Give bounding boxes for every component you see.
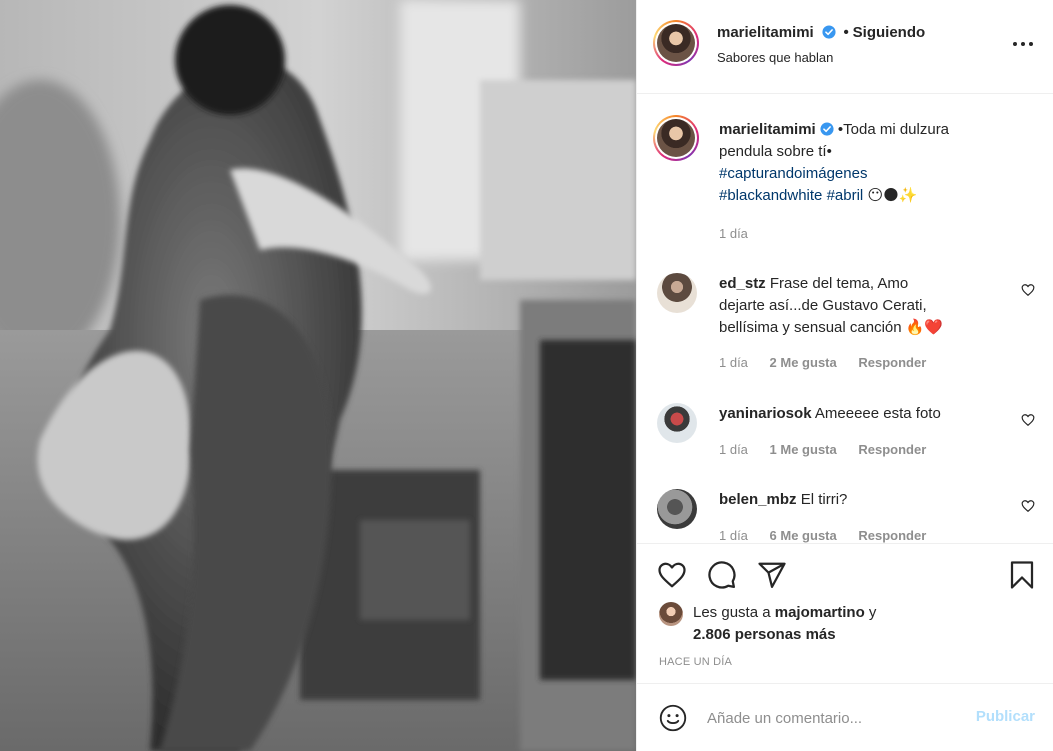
more-options-icon[interactable] [1011, 34, 1035, 54]
comment-item: ed_stz Frase del tema, Amo dejarte así..… [637, 265, 1053, 395]
comment-line: El tirri? [800, 491, 848, 508]
caption-line-1: •Toda mi dulzura [837, 121, 950, 138]
publish-button[interactable]: Publicar [976, 708, 1035, 725]
post-photo[interactable] [0, 0, 636, 751]
post-sidebar: marielitamimi • Siguiendo Sabores que ha… [636, 0, 1053, 751]
author-username[interactable]: marielitamimi [717, 24, 814, 41]
caption-text: marielitamimi •Toda mi dulzura pendula s… [719, 119, 1039, 207]
author-line: marielitamimi • Siguiendo [717, 24, 925, 41]
liker-username[interactable]: majomartino [775, 604, 865, 621]
comment-icon[interactable] [707, 560, 737, 590]
comment-time[interactable]: 1 día [719, 528, 748, 543]
comment-username[interactable]: ed_stz [719, 275, 766, 292]
comment-meta: 1 día 2 Me gusta Responder [719, 355, 926, 370]
likes-text: Les gusta a majomartino y 2.806 personas… [693, 602, 1013, 646]
reply-button[interactable]: Responder [858, 528, 926, 543]
comment-avatar[interactable] [657, 489, 697, 529]
reply-button[interactable]: Responder [858, 355, 926, 370]
author-subtitle[interactable]: Sabores que hablan [717, 50, 833, 65]
add-comment-form: Publicar [637, 683, 1053, 751]
heart-icon[interactable] [657, 560, 687, 590]
comment-username[interactable]: belen_mbz [719, 491, 797, 508]
comment-time[interactable]: 1 día [719, 355, 748, 370]
photo-image [0, 0, 636, 751]
reply-button[interactable]: Responder [858, 442, 926, 457]
comment-line: bellísima y sensual canción 🔥❤️ [719, 319, 944, 336]
follow-separator: • [843, 24, 849, 41]
following-button[interactable]: Siguiendo [853, 24, 926, 41]
emoji-icon[interactable] [659, 704, 687, 732]
comment-line: Ameeeee esta foto [814, 405, 941, 422]
post-modal: marielitamimi • Siguiendo Sabores que ha… [0, 0, 1053, 751]
comment-text: ed_stz Frase del tema, Amo dejarte así..… [719, 273, 1039, 339]
caption-avatar[interactable] [653, 115, 699, 161]
comment-like-heart-icon[interactable] [1021, 499, 1035, 513]
comment-meta: 1 día 1 Me gusta Responder [719, 442, 926, 457]
comment-avatar[interactable] [657, 273, 697, 313]
comment-avatar[interactable] [657, 403, 697, 443]
caption-emojis: 😶🌑✨ [867, 187, 918, 204]
caption-line-2: pendula sobre tí• [719, 143, 832, 160]
post-header: marielitamimi • Siguiendo Sabores que ha… [637, 0, 1053, 94]
comment-username[interactable]: yaninariosok [719, 405, 812, 422]
comment-input[interactable] [707, 698, 957, 738]
likes-conj: y [868, 604, 877, 621]
hashtag-blackandwhite[interactable]: #blackandwhite [719, 187, 822, 204]
comments-list[interactable]: marielitamimi •Toda mi dulzura pendula s… [637, 95, 1053, 543]
comment-like-heart-icon[interactable] [1021, 413, 1035, 427]
comment-line: dejarte así...de Gustavo Cerati, [719, 297, 927, 314]
comment-like-heart-icon[interactable] [1021, 283, 1035, 297]
comment-item: belen_mbz El tirri? 1 día 6 Me gusta Res… [637, 481, 1053, 543]
post-timestamp[interactable]: HACE UN DÍA [659, 656, 732, 668]
share-icon[interactable] [757, 560, 787, 590]
caption-username[interactable]: marielitamimi [719, 121, 816, 138]
author-avatar[interactable] [653, 20, 699, 66]
comment-likes[interactable]: 1 Me gusta [770, 442, 837, 457]
likes-count-link[interactable]: 2.806 personas más [693, 626, 836, 643]
likes-prefix: Les gusta a [693, 604, 771, 621]
caption-time[interactable]: 1 día [719, 226, 748, 241]
hashtag-capturandoimagenes[interactable]: #capturandoimágenes [719, 165, 867, 182]
comment-text: yaninariosok Ameeeee esta foto [719, 403, 1039, 425]
caption: marielitamimi •Toda mi dulzura pendula s… [637, 95, 1053, 245]
comment-time[interactable]: 1 día [719, 442, 748, 457]
hashtag-abril[interactable]: #abril [827, 187, 864, 204]
post-actions: Les gusta a majomartino y 2.806 personas… [637, 543, 1053, 683]
comment-meta: 1 día 6 Me gusta Responder [719, 528, 926, 543]
comment-item: yaninariosok Ameeeee esta foto 1 día 1 M… [637, 395, 1053, 485]
liker-avatar[interactable] [659, 602, 683, 626]
comment-text: belen_mbz El tirri? [719, 489, 1039, 511]
verified-badge-icon [820, 122, 834, 136]
comment-likes[interactable]: 2 Me gusta [770, 355, 837, 370]
bookmark-icon[interactable] [1007, 560, 1037, 590]
comment-likes[interactable]: 6 Me gusta [770, 528, 837, 543]
comment-line: Frase del tema, Amo [769, 275, 909, 292]
verified-badge-icon [822, 25, 836, 39]
